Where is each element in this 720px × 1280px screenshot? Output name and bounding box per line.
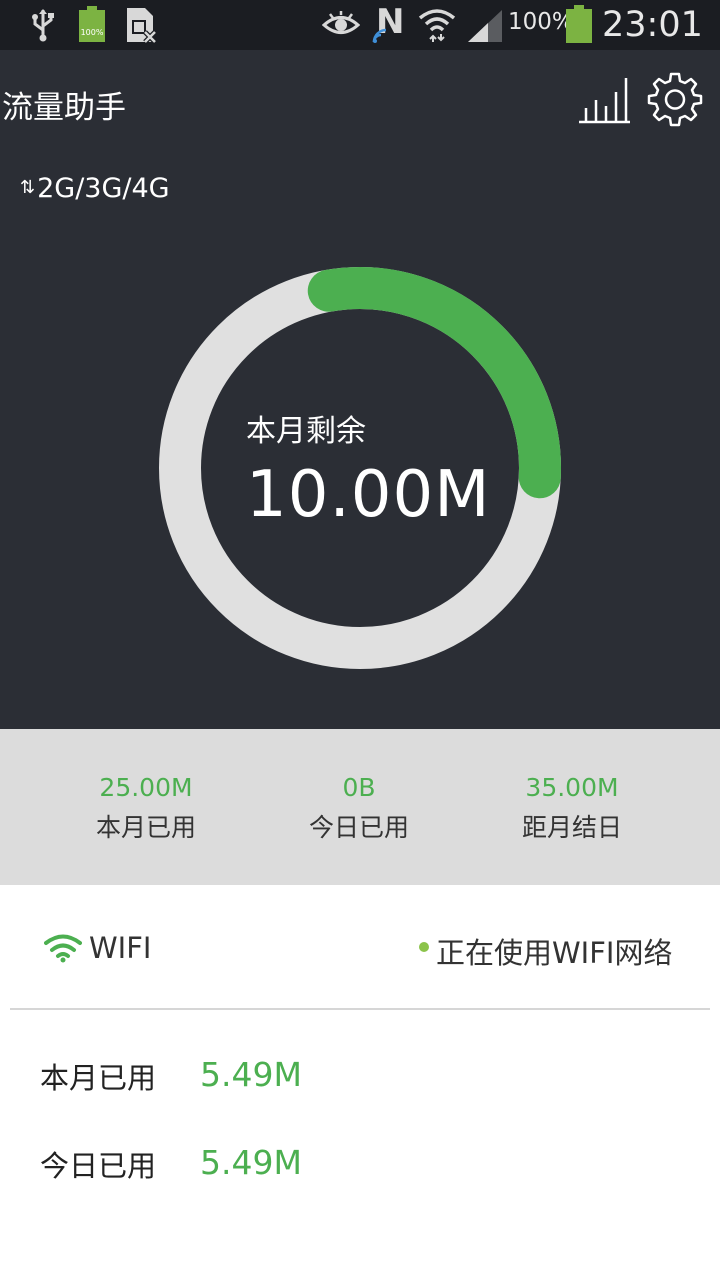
battery-small-label: 100%: [80, 28, 104, 37]
wifi-today-used-label: 今日已用: [40, 1149, 157, 1183]
gauge-value: 10.00M: [246, 458, 491, 532]
wifi-icon: [44, 934, 82, 963]
battery-icon: [566, 5, 592, 43]
usb-icon: [32, 9, 54, 42]
chart-icon[interactable]: [576, 72, 632, 128]
wifi-month-used-label: 本月已用: [40, 1061, 157, 1095]
status-bar: 100% N 100% 23:01: [0, 0, 720, 50]
network-type-text: 2G/3G/4G: [37, 173, 170, 204]
sim-blocked-icon: [127, 8, 157, 44]
stat-label: 本月已用: [95, 813, 196, 842]
wifi-status-text: 正在使用WIFI网络: [436, 936, 673, 970]
stat-days-to-cycle: 35.00M 距月结日: [472, 773, 672, 844]
nfc-icon: N: [372, 2, 408, 46]
stat-label: 今日已用: [308, 813, 409, 842]
stat-value: 0B: [342, 773, 376, 802]
wifi-status-icon: [418, 9, 456, 42]
usage-stats-strip: 25.00M 本月已用 0B 今日已用 35.00M 距月结日: [0, 729, 720, 885]
stat-label: 距月结日: [521, 813, 622, 842]
wifi-section: WIFI 正在使用WIFI网络 本月已用 5.49M 今日已用 5.49M: [0, 885, 720, 1280]
stat-value: 25.00M: [99, 773, 193, 802]
data-usage-panel: 流量助手 ⇅2G/3G/4G 本月剩余 10.00M: [0, 50, 720, 729]
signal-icon: [468, 10, 502, 42]
wifi-month-used-value: 5.49M: [200, 1055, 302, 1094]
wifi-label: WIFI: [89, 931, 152, 965]
data-arrows-icon: ⇅: [20, 177, 36, 198]
stat-value: 35.00M: [525, 773, 619, 802]
network-type-label: ⇅2G/3G/4G: [20, 173, 170, 204]
battery-small-icon: 100%: [79, 6, 105, 42]
eye-icon: [322, 11, 360, 34]
wifi-today-used-value: 5.49M: [200, 1143, 302, 1182]
battery-percent: 100%: [508, 9, 574, 35]
stat-month-used: 25.00M 本月已用: [46, 773, 246, 844]
divider: [10, 1008, 710, 1010]
gauge-caption: 本月剩余: [246, 414, 366, 449]
settings-gear-icon[interactable]: [646, 70, 704, 128]
wifi-active-dot: [419, 942, 429, 952]
clock: 23:01: [602, 5, 703, 45]
app-title: 流量助手: [2, 90, 126, 126]
stat-today-used: 0B 今日已用: [259, 773, 459, 844]
